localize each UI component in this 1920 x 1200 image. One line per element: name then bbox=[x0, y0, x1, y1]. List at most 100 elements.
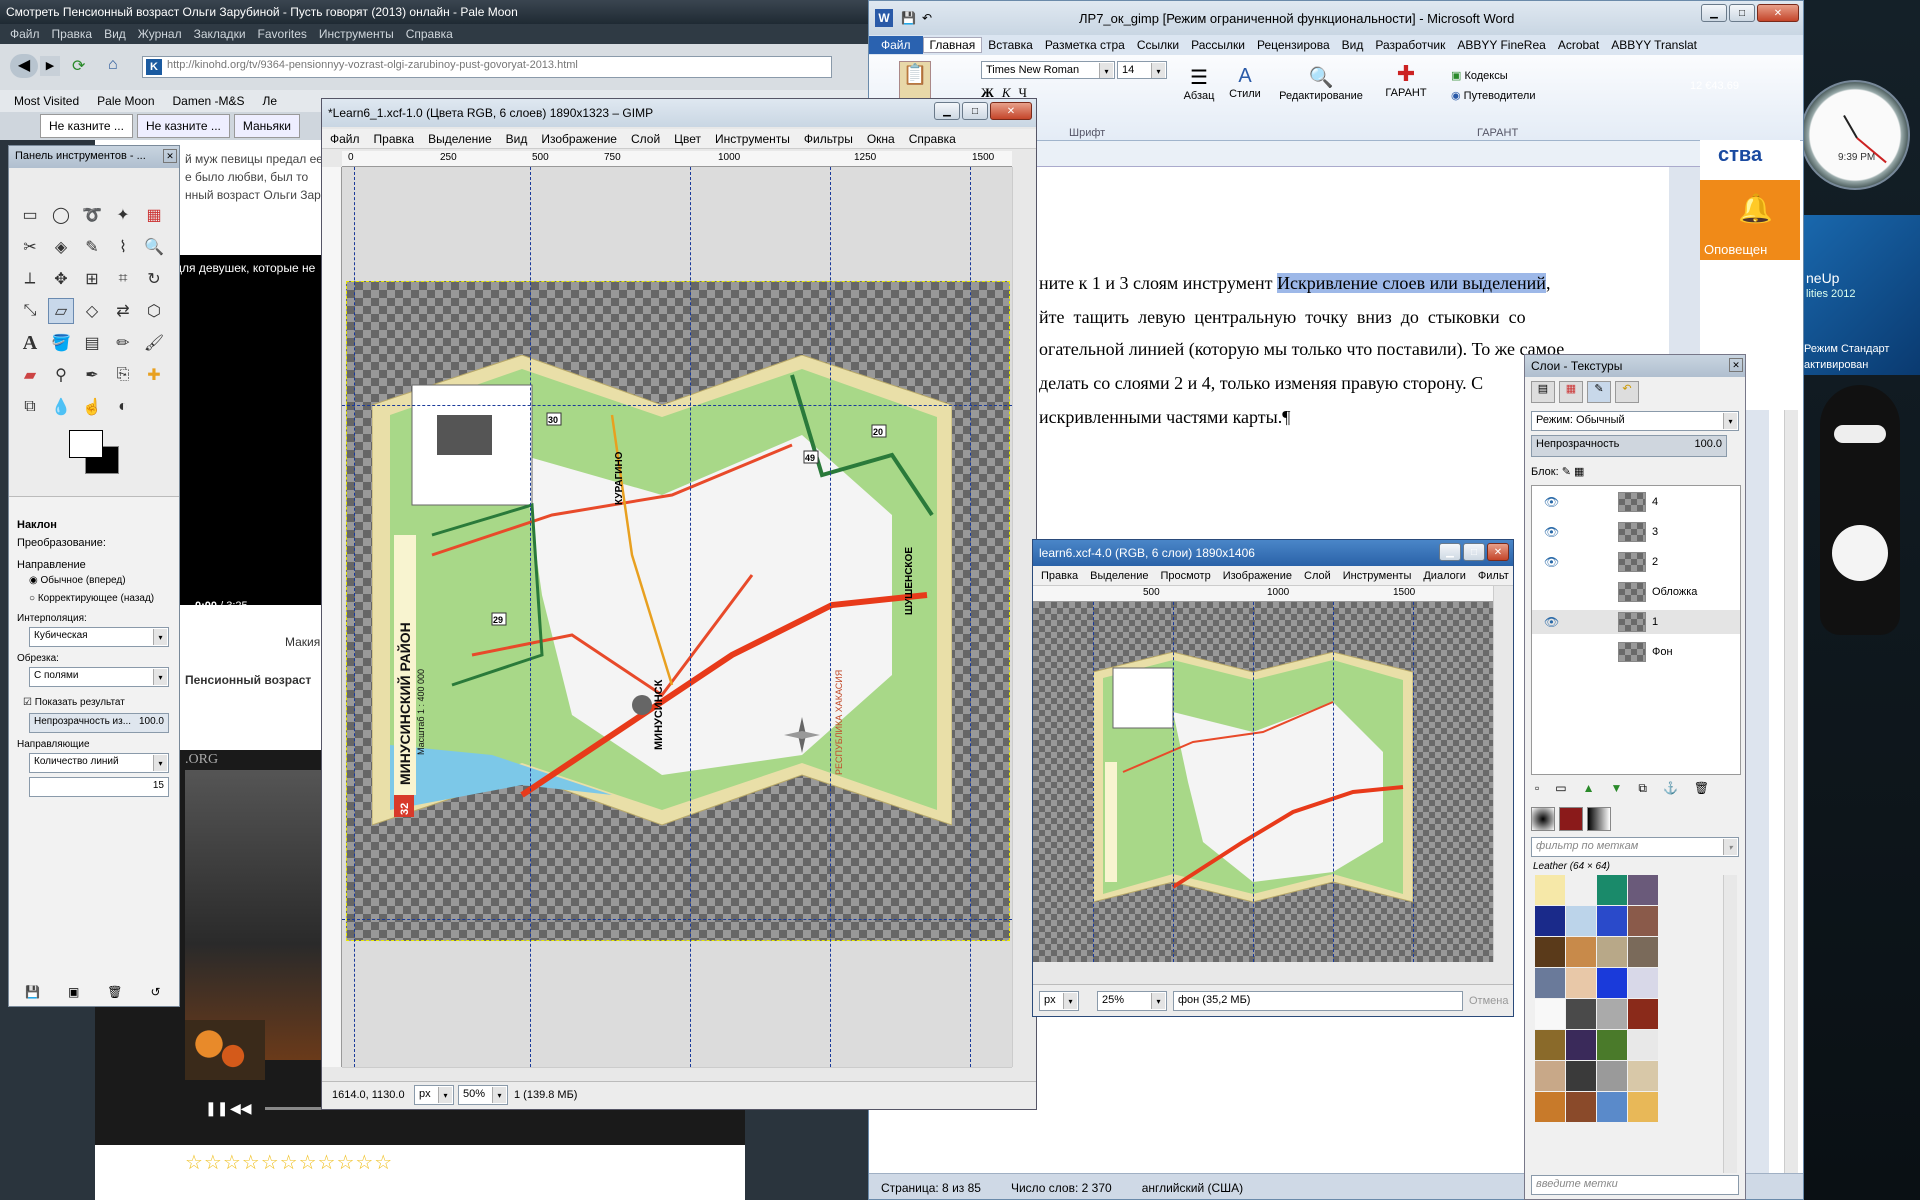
gimp2-menu-image[interactable]: Изображение bbox=[1223, 570, 1292, 582]
tag-input[interactable]: введите метки bbox=[1531, 1175, 1739, 1195]
gimp2-minimize-button[interactable]: ▁ bbox=[1439, 543, 1461, 561]
layer-row-4[interactable]: 👁 4 bbox=[1532, 490, 1740, 514]
word-tab-developer[interactable]: Разработчик bbox=[1369, 38, 1451, 52]
pattern-swatch[interactable] bbox=[1628, 875, 1658, 905]
ink-icon[interactable]: ✒ bbox=[79, 362, 105, 388]
word-tab-acrobat[interactable]: Acrobat bbox=[1552, 38, 1605, 52]
bookmark-pale-moon[interactable]: Pale Moon bbox=[97, 94, 154, 108]
zoom-icon[interactable]: 🔍 bbox=[141, 234, 167, 260]
forward-button[interactable]: ▶ bbox=[40, 56, 60, 76]
blend-icon[interactable]: ▤ bbox=[79, 330, 105, 356]
word-tab-abbyy-fine[interactable]: ABBYY FineRea bbox=[1451, 38, 1552, 52]
pattern-swatch[interactable] bbox=[1535, 875, 1565, 905]
shear-icon[interactable]: ▱ bbox=[48, 298, 74, 324]
pattern-swatch[interactable] bbox=[1628, 999, 1658, 1029]
pattern-swatch[interactable] bbox=[1597, 1061, 1627, 1091]
lock-paint-icon[interactable]: ✎ bbox=[1562, 466, 1571, 478]
delete-layer-icon[interactable]: 🗑 bbox=[1694, 781, 1709, 796]
status-words[interactable]: Число слов: 2 370 bbox=[1011, 1181, 1112, 1195]
direction-backward-radio[interactable]: ○ Корректирующее (назад) bbox=[29, 593, 154, 604]
btn-editing[interactable]: 🔍 Редактирование bbox=[1271, 65, 1371, 102]
layer-row-2[interactable]: 👁 2 bbox=[1532, 550, 1740, 574]
gimp1-menu-windows[interactable]: Окна bbox=[867, 132, 895, 146]
word-close-button[interactable]: ✕ bbox=[1757, 4, 1799, 22]
perspective-icon[interactable]: ◇ bbox=[79, 298, 105, 324]
gimp1-menu-color[interactable]: Цвет bbox=[674, 132, 701, 146]
paths-tab-icon[interactable]: ✎ bbox=[1587, 381, 1611, 403]
pattern-swatch[interactable] bbox=[1535, 906, 1565, 936]
pattern-swatch[interactable] bbox=[1566, 875, 1596, 905]
gimp2-menu-dialogs[interactable]: Диалоги bbox=[1423, 570, 1466, 582]
word-tab-insert[interactable]: Вставка bbox=[982, 38, 1039, 52]
move-icon[interactable]: ✥ bbox=[48, 266, 74, 292]
word-tab-abbyy-translate[interactable]: ABBYY Translat bbox=[1605, 38, 1703, 52]
gimp1-minimize-button[interactable]: ▁ bbox=[934, 102, 960, 120]
word-undo-icon[interactable]: ↶ bbox=[922, 11, 932, 25]
pattern-swatch[interactable] bbox=[1597, 906, 1627, 936]
gimp1-menu-select[interactable]: Выделение bbox=[428, 132, 492, 146]
smudge-icon[interactable]: ☝ bbox=[79, 394, 105, 420]
gimp1-maximize-button[interactable]: □ bbox=[962, 102, 988, 120]
pattern-swatch[interactable] bbox=[1566, 906, 1596, 936]
reload-icon[interactable]: ⟳ bbox=[72, 56, 92, 76]
pattern-swatch[interactable] bbox=[1535, 1061, 1565, 1091]
pattern-swatch[interactable] bbox=[1535, 937, 1565, 967]
guides-combo[interactable]: Количество линий ▾ bbox=[29, 753, 169, 773]
eye-icon[interactable]: 👁 bbox=[1544, 525, 1559, 539]
layers-close-button[interactable]: ✕ bbox=[1729, 358, 1743, 372]
rotate-icon[interactable]: ↻ bbox=[141, 266, 167, 292]
gimp1-menu-image[interactable]: Изображение bbox=[541, 132, 617, 146]
word-tab-mailings[interactable]: Рассылки bbox=[1185, 38, 1251, 52]
pattern-swatch[interactable] bbox=[1566, 968, 1596, 998]
cage-icon[interactable]: ⬡ bbox=[141, 298, 167, 324]
pattern-swatch[interactable] bbox=[1597, 968, 1627, 998]
browser-menu-file[interactable]: Файл bbox=[10, 27, 40, 41]
guides-count-spin[interactable]: 15 bbox=[29, 777, 169, 797]
ellipse-select-icon[interactable]: ◯ bbox=[48, 202, 74, 228]
gimp1-menu-view[interactable]: Вид bbox=[506, 132, 528, 146]
gimp1-menu-layer[interactable]: Слой bbox=[631, 132, 660, 146]
layer-row-3[interactable]: 👁 3 bbox=[1532, 520, 1740, 544]
browser-tab-3[interactable]: Маньяки bbox=[233, 114, 301, 138]
new-group-icon[interactable]: ▭ bbox=[1555, 781, 1566, 796]
color-select-icon[interactable]: ▦ bbox=[141, 202, 167, 228]
word-tab-file[interactable]: Файл bbox=[869, 36, 923, 54]
tag-filter-input[interactable]: фильтр по меткам ▾ bbox=[1531, 837, 1739, 857]
interp-combo[interactable]: Кубическая ▾ bbox=[29, 627, 169, 647]
eraser-icon[interactable]: ▰ bbox=[17, 362, 43, 388]
direction-forward-radio[interactable]: ◉ Обычное (вперед) bbox=[29, 575, 126, 586]
pattern-swatch[interactable] bbox=[1628, 1061, 1658, 1091]
gimp2-cancel-button[interactable]: Отмена bbox=[1469, 995, 1508, 1007]
pattern-swatch[interactable] bbox=[1597, 999, 1627, 1029]
gradients-tab-icon[interactable] bbox=[1587, 807, 1611, 831]
airbrush-icon[interactable]: ⚲ bbox=[48, 362, 74, 388]
browser-menu-favorites[interactable]: Favorites bbox=[258, 27, 307, 41]
gimp2-maximize-button[interactable]: □ bbox=[1463, 543, 1485, 561]
pattern-swatch[interactable] bbox=[1535, 999, 1565, 1029]
status-page[interactable]: Страница: 8 из 85 bbox=[881, 1181, 981, 1195]
text-icon[interactable]: A bbox=[17, 330, 43, 356]
home-icon[interactable]: ⌂ bbox=[108, 56, 128, 76]
pattern-swatch[interactable] bbox=[1566, 1092, 1596, 1122]
dodge-icon[interactable]: ◐ bbox=[110, 394, 136, 420]
btn-garant[interactable]: ✚ ГАРАНТ bbox=[1381, 61, 1431, 99]
toolbox-close-button[interactable]: ✕ bbox=[163, 149, 177, 163]
bucket-fill-icon[interactable]: 🪣 bbox=[48, 330, 74, 356]
gimp1-zoom-combo[interactable]: 50% ▾ bbox=[458, 1085, 508, 1105]
delete-options-icon[interactable]: 🗑 bbox=[107, 985, 122, 999]
heal-icon[interactable]: ✚ bbox=[141, 362, 167, 388]
foreground-color-swatch[interactable] bbox=[69, 430, 103, 458]
scale-icon[interactable]: ⤡ bbox=[17, 298, 43, 324]
url-bar[interactable]: K http://kinohd.org/tv/9364-pensionnyy-v… bbox=[142, 56, 832, 78]
font-name-combo[interactable]: Times New Roman ▾ bbox=[981, 61, 1115, 79]
layer-row-cover[interactable]: Обложка bbox=[1532, 580, 1740, 604]
pattern-swatch[interactable] bbox=[1628, 937, 1658, 967]
chevron-down-icon[interactable]: ▾ bbox=[153, 629, 167, 645]
chevron-down-icon[interactable]: ▾ bbox=[1099, 63, 1113, 78]
word-tab-home[interactable]: Главная bbox=[922, 37, 983, 53]
browser-menu-bookmarks[interactable]: Закладки bbox=[194, 27, 246, 41]
rewind-button[interactable]: ◀◀ bbox=[230, 1100, 252, 1117]
gimp1-menu-tools[interactable]: Инструменты bbox=[715, 132, 790, 146]
opacity-slider[interactable]: Непрозрачность из... 100.0 bbox=[29, 713, 169, 733]
save-options-icon[interactable]: 💾 bbox=[25, 985, 40, 999]
